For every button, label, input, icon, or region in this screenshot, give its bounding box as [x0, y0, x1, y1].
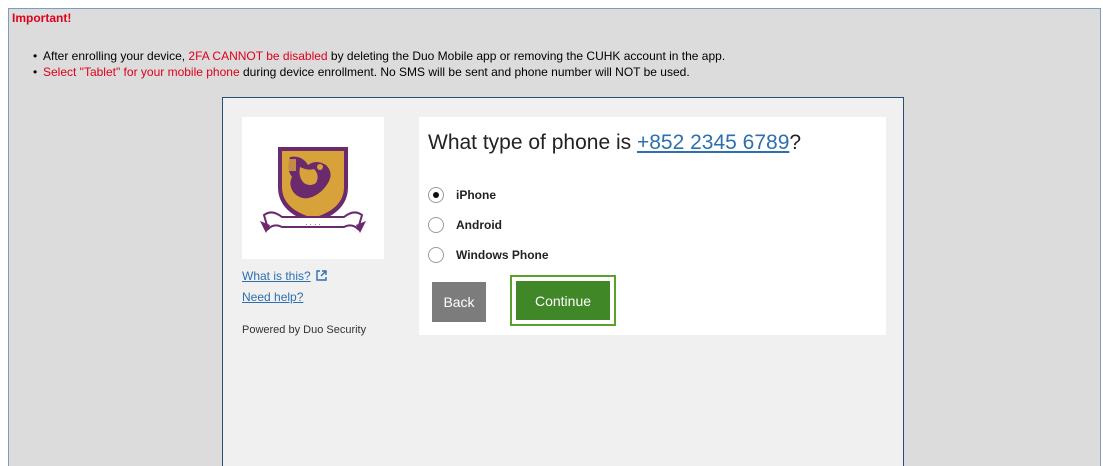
external-link-icon [316, 267, 327, 287]
need-help-link[interactable]: Need help? [242, 287, 327, 307]
what-is-this-label: What is this? [242, 269, 311, 283]
option-label: iPhone [456, 188, 497, 202]
continue-focus-ring: Continue [510, 275, 616, 326]
what-is-this-link[interactable]: What is this? [242, 266, 327, 287]
notice-list: After enrolling your device, 2FA CANNOT … [33, 48, 725, 80]
back-button[interactable]: Back [432, 282, 486, 322]
option-windows-phone[interactable]: Windows Phone [428, 240, 549, 270]
option-iphone[interactable]: iPhone [428, 180, 549, 210]
option-android[interactable]: Android [428, 210, 549, 240]
device-type-panel: What type of phone is +852 2345 6789? iP… [419, 117, 886, 335]
side-links: What is this? Need help? [242, 266, 327, 307]
phone-type-options: iPhone Android Windows Phone [428, 180, 549, 270]
notice-item: After enrolling your device, 2FA CANNOT … [33, 48, 725, 64]
duo-enrollment-frame: . . . . What is this? Need help? Powered… [222, 97, 904, 466]
question-heading: What type of phone is +852 2345 6789? [428, 131, 801, 155]
radio-iphone[interactable] [428, 187, 444, 203]
notice-title: Important! [12, 11, 72, 25]
notice-text: After enrolling your device, [43, 49, 189, 63]
question-text: What type of phone is [428, 131, 637, 154]
option-label: Android [456, 218, 502, 232]
logo-box: . . . . [242, 117, 384, 259]
radio-android[interactable] [428, 217, 444, 233]
powered-by-text: Powered by Duo Security [242, 324, 367, 336]
notice-warning-text: Select "Tablet" for your mobile phone [43, 65, 240, 79]
cuhk-crest-icon: . . . . [260, 147, 366, 233]
notice-item: Select "Tablet" for your mobile phone du… [33, 64, 725, 80]
notice-text: during device enrollment. No SMS will be… [239, 65, 690, 79]
notice-text: by deleting the Duo Mobile app or removi… [327, 49, 726, 63]
phone-number-link[interactable]: +852 2345 6789 [637, 131, 789, 154]
radio-windows-phone[interactable] [428, 247, 444, 263]
option-label: Windows Phone [456, 248, 549, 262]
svg-text:. . . .: . . . . [305, 219, 321, 227]
notice-warning-text: 2FA CANNOT be disabled [188, 49, 328, 63]
question-mark: ? [789, 131, 802, 154]
continue-button[interactable]: Continue [516, 281, 610, 320]
